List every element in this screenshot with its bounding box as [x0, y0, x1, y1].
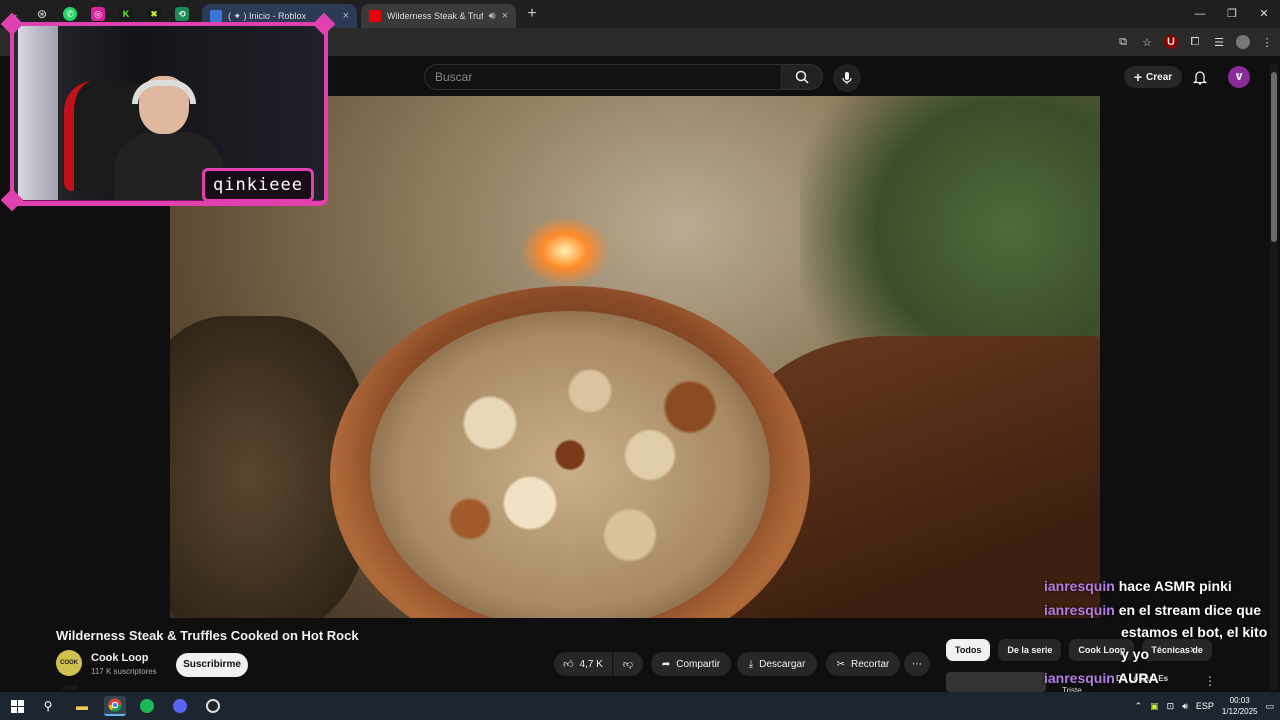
page-scrollbar[interactable] — [1270, 64, 1278, 690]
toolbar-icons: ⧉ ☆ U ⧠ ☰ ⋮ — [1116, 28, 1274, 56]
account-avatar[interactable]: ᕓ — [1228, 66, 1250, 88]
language-indicator[interactable]: ESP — [1196, 701, 1214, 711]
reading-list-icon[interactable]: ☰ — [1212, 36, 1226, 49]
share-label: Compartir — [676, 658, 721, 670]
chip-all[interactable]: Todos — [946, 639, 991, 661]
more-actions-button[interactable]: ⋯ — [904, 652, 930, 676]
tab-youtube-label: Wilderness Steak & Truffles — [387, 11, 483, 21]
webcam-overlay: qinkieee — [0, 12, 336, 212]
chip-techniques[interactable]: Técnicas de — [1142, 639, 1212, 661]
download-button[interactable]: ⤓ Descargar — [737, 652, 817, 676]
video-frame-fire — [520, 216, 610, 286]
subscriber-count: 117 K suscriptores — [91, 667, 157, 676]
tab-roblox-close-icon[interactable]: × — [343, 10, 349, 22]
chat-username: ianresquin — [1044, 602, 1115, 618]
network-icon[interactable]: ⊡ — [1167, 701, 1175, 712]
minimize-button[interactable]: — — [1184, 0, 1216, 28]
volume-icon[interactable]: 🔊︎ — [1182, 701, 1188, 712]
webcam-curtain — [18, 26, 58, 200]
clip-label: Recortar — [851, 658, 890, 670]
headphones-icon — [132, 80, 196, 104]
windows-taskbar: ⚲ ▬ ⌃ ▣ ⊡ 🔊︎ ESP 00:03 1/12/2025 ▭ — [0, 692, 1280, 720]
file-explorer-icon[interactable]: ▬ — [71, 696, 93, 716]
scissors-icon: ✂ — [836, 658, 846, 670]
system-tray: ⌃ ▣ ⊡ 🔊︎ ESP 00:03 1/12/2025 ▭ — [1135, 692, 1280, 720]
close-window-button[interactable]: ✕ — [1248, 0, 1280, 28]
search-taskbar-icon[interactable]: ⚲ — [37, 696, 59, 716]
system-clock[interactable]: 00:03 1/12/2025 — [1222, 695, 1258, 717]
channel-name[interactable]: Cook Loop — [91, 652, 148, 664]
profile-avatar[interactable] — [1236, 35, 1250, 49]
recommended-video-thumbnail[interactable] — [946, 672, 1046, 692]
recommended-more-icon[interactable]: ⋮ — [1204, 674, 1216, 688]
chip-series[interactable]: De la serie — [998, 639, 1062, 661]
chevron-right-icon[interactable]: › — [1190, 642, 1194, 656]
install-app-icon[interactable]: ⧉ — [1116, 36, 1130, 49]
tab-youtube-close-icon[interactable]: × — [502, 10, 508, 22]
dislike-button[interactable]: 👎︎ — [613, 652, 643, 676]
browser-menu-icon[interactable]: ⋮ — [1260, 36, 1274, 49]
video-title: Wilderness Steak & Truffles Cooked on Ho… — [56, 628, 359, 643]
share-icon: ➦ — [661, 658, 671, 670]
extensions-icon[interactable]: ⧠ — [1188, 36, 1202, 49]
search-icon — [795, 70, 809, 84]
search-button[interactable] — [781, 64, 823, 90]
voice-search-button[interactable] — [833, 64, 861, 92]
chat-text: AURA — [1118, 670, 1159, 686]
clip-button[interactable]: ✂ Recortar — [826, 652, 900, 676]
clock-time: 00:03 — [1229, 696, 1250, 705]
discord-icon[interactable] — [169, 696, 191, 716]
download-icon: ⤓ — [748, 658, 754, 670]
app-tray-icon[interactable]: ▣ — [1150, 701, 1159, 712]
chat-message-continuation: y yo — [1121, 646, 1149, 662]
chat-username: ianresquin — [1044, 578, 1115, 594]
window-controls: — ❐ ✕ — [1184, 0, 1280, 28]
like-count: 4,7 K — [579, 658, 603, 670]
bell-icon — [1193, 70, 1207, 85]
video-frame-mushrooms — [370, 311, 770, 618]
microphone-icon — [842, 72, 852, 84]
scrollbar-thumb[interactable] — [1271, 72, 1277, 242]
related-chips: Todos De la serie Cook Loop Técnicas de — [946, 639, 1212, 661]
thumbs-up-icon: 👍︎ — [563, 659, 574, 670]
channel-avatar[interactable]: COOK LOOP — [56, 650, 82, 692]
notifications-icon[interactable]: ▭ — [1265, 701, 1274, 712]
new-tab-button[interactable]: + — [520, 5, 544, 23]
bookmark-star-icon[interactable]: ☆ — [1140, 36, 1154, 49]
ublock-icon[interactable]: U — [1164, 35, 1178, 49]
create-label: Crear — [1146, 71, 1173, 83]
restore-button[interactable]: ❐ — [1216, 0, 1248, 28]
notifications-button[interactable] — [1190, 67, 1210, 87]
like-button[interactable]: 👍︎ 4,7 K — [554, 652, 612, 676]
tray-expand-icon[interactable]: ⌃ — [1135, 701, 1143, 712]
tab-youtube[interactable]: Wilderness Steak & Truffles 🔊︎ × — [361, 4, 516, 28]
chat-text: en el stream dice que — [1118, 602, 1262, 618]
search-input[interactable]: Buscar — [424, 64, 782, 90]
chrome-icon[interactable] — [104, 696, 126, 716]
tab-audio-icon[interactable]: 🔊︎ — [489, 10, 496, 23]
chat-message: ianresquin en el stream dice que — [1044, 602, 1261, 618]
download-label: Descargar — [759, 658, 806, 670]
plus-icon: + — [1133, 69, 1143, 85]
youtube-icon — [369, 10, 381, 22]
chat-text: y yo — [1121, 646, 1150, 662]
share-button[interactable]: ➦ Compartir — [651, 652, 731, 676]
subscribe-button[interactable]: Suscribirme — [176, 653, 248, 677]
chat-text: estamos el bot, el kito — [1121, 624, 1268, 640]
obs-icon[interactable] — [202, 696, 224, 716]
chat-text: hace ASMR pinki — [1118, 578, 1232, 594]
thumbs-down-icon: 👎︎ — [622, 659, 634, 670]
chat-message-continuation: estamos el bot, el kito — [1121, 624, 1267, 640]
chat-username: ianresquin — [1044, 670, 1115, 686]
clock-date: 1/12/2025 — [1221, 707, 1258, 716]
create-button[interactable]: + Crear — [1124, 66, 1182, 88]
windows-start-icon[interactable] — [6, 696, 28, 716]
streamer-nametag: qinkieee — [202, 168, 314, 202]
chat-message: ianresquin hace ASMR pinki — [1044, 578, 1232, 594]
chat-message: ianresquin AURA — [1044, 670, 1159, 686]
spotify-icon[interactable] — [136, 696, 158, 716]
